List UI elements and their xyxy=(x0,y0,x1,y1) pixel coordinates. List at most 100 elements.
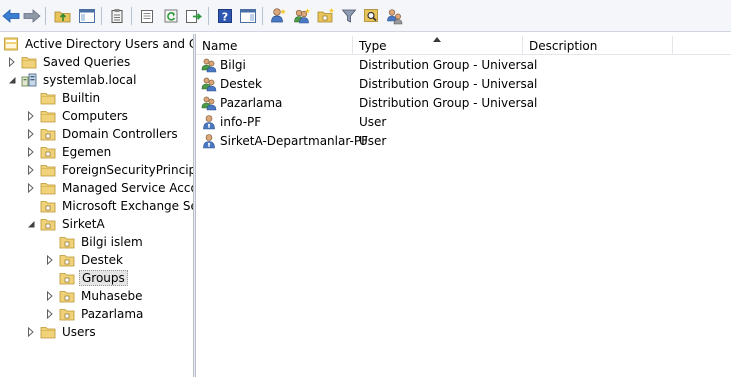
tree-item[interactable]: Groups xyxy=(44,269,128,287)
results-list: Name Type Description Bilgi Distribution … xyxy=(196,34,731,377)
organizational-unit-icon xyxy=(59,252,75,268)
expand-arrow-icon[interactable] xyxy=(25,164,37,176)
expand-arrow-icon[interactable] xyxy=(25,128,37,140)
expand-arrow-icon[interactable] xyxy=(25,110,37,122)
create-group-button[interactable] xyxy=(292,6,312,26)
folder-icon xyxy=(40,108,56,124)
list-item[interactable]: Destek Distribution Group - Universal xyxy=(196,74,731,93)
tree-item-label: Groups xyxy=(79,270,128,286)
organizational-unit-icon xyxy=(59,288,75,304)
collapse-arrow-icon[interactable] xyxy=(25,218,37,230)
tree-item[interactable]: Saved Queries xyxy=(6,53,132,71)
tree-item[interactable]: Egemen xyxy=(25,143,113,161)
organizational-unit-icon xyxy=(40,198,56,214)
tree-item[interactable]: Pazarlama xyxy=(44,305,145,323)
name-cell: info-PF xyxy=(201,112,261,131)
organizational-unit-icon xyxy=(59,234,75,250)
list-header: Name Type Description xyxy=(196,36,731,55)
collapse-arrow-icon[interactable] xyxy=(6,74,18,86)
tree-item-label: Builtin xyxy=(62,91,101,105)
tree-item-label: Microsoft Exchange Secu xyxy=(62,199,193,213)
tree-item[interactable]: Managed Service Accour xyxy=(25,179,193,197)
create-ou-button[interactable] xyxy=(316,6,336,26)
tree-item[interactable]: Active Directory Users and Com xyxy=(3,35,193,53)
expand-arrow-icon[interactable] xyxy=(6,56,18,68)
folder-icon xyxy=(40,324,56,340)
expand-arrow-icon[interactable] xyxy=(25,146,37,158)
item-name: Pazarlama xyxy=(220,95,283,110)
expand-arrow-icon[interactable] xyxy=(44,254,56,266)
delete-button[interactable] xyxy=(107,6,127,26)
create-user-button[interactable] xyxy=(268,6,288,26)
tree-item-label: Active Directory Users and Com xyxy=(25,37,193,51)
find-button[interactable] xyxy=(362,6,382,26)
sort-ascending-icon xyxy=(433,37,441,42)
tree-item[interactable]: Users xyxy=(25,323,98,341)
name-cell: Bilgi xyxy=(201,55,246,74)
refresh-button[interactable] xyxy=(161,6,181,26)
group-icon xyxy=(201,57,217,73)
arrow-right-icon xyxy=(23,9,41,23)
tree-item-label: SirketA xyxy=(62,217,105,231)
help-button[interactable]: ? xyxy=(215,6,235,26)
up-one-level-button[interactable] xyxy=(53,6,73,26)
list-item[interactable]: info-PF User xyxy=(196,112,731,131)
column-header-type[interactable]: Type xyxy=(353,36,523,55)
tree-item-label: Users xyxy=(62,325,96,339)
item-name: SirketA-Departmanlar-PF xyxy=(220,133,368,148)
new-user-icon xyxy=(271,8,286,23)
tree-item-label: Computers xyxy=(62,109,128,123)
active-directory-icon xyxy=(3,36,19,52)
expand-arrow-icon[interactable] xyxy=(25,182,37,194)
tree-item[interactable]: Bilgi islem xyxy=(44,233,145,251)
refresh-icon xyxy=(164,9,178,23)
tree-item[interactable]: SirketA xyxy=(25,215,107,233)
filter-button[interactable] xyxy=(339,6,359,26)
toolbar: ? xyxy=(0,0,731,32)
list-item[interactable]: Bilgi Distribution Group - Universal xyxy=(196,55,731,74)
list-item[interactable]: SirketA-Departmanlar-PF User xyxy=(196,131,731,150)
add-to-group-button[interactable] xyxy=(385,6,405,26)
expand-arrow-icon[interactable] xyxy=(44,308,56,320)
forward-button[interactable] xyxy=(22,6,42,26)
tree-item[interactable]: Computers xyxy=(25,107,130,125)
expand-arrow-icon[interactable] xyxy=(44,290,56,302)
expand-arrow-icon[interactable] xyxy=(25,326,37,338)
list-item[interactable]: Pazarlama Distribution Group - Universal xyxy=(196,93,731,112)
clipboard-icon xyxy=(111,9,123,23)
tree-item[interactable]: ForeignSecurityPrincipals xyxy=(25,161,193,179)
tree-item-label: Egemen xyxy=(62,145,112,159)
user-icon xyxy=(201,114,217,130)
show-action-pane-button[interactable] xyxy=(238,6,258,26)
add-to-group-icon xyxy=(387,9,403,25)
tree-item[interactable]: Muhasebe xyxy=(44,287,145,305)
folder-icon xyxy=(40,180,56,196)
column-header-description[interactable]: Description xyxy=(523,36,673,55)
console-tree-icon xyxy=(79,9,95,23)
domain-icon xyxy=(21,72,37,88)
show-hide-console-tree-button[interactable] xyxy=(77,6,97,26)
type-cell: User xyxy=(359,114,387,129)
tree-item[interactable]: Microsoft Exchange Secu xyxy=(25,197,193,215)
tree-item[interactable]: systemlab.local xyxy=(6,71,138,89)
new-group-icon xyxy=(294,8,310,24)
name-cell: Destek xyxy=(201,74,262,93)
tree-item-label: ForeignSecurityPrincipals xyxy=(62,163,193,177)
filter-icon xyxy=(341,9,357,23)
properties-button[interactable] xyxy=(137,6,157,26)
export-list-button[interactable] xyxy=(184,6,204,26)
tree-item-label: Destek xyxy=(81,253,123,267)
organizational-unit-icon xyxy=(40,126,56,142)
column-header-label: Name xyxy=(202,38,238,53)
column-header-name[interactable]: Name xyxy=(196,36,353,55)
tree-item[interactable]: Domain Controllers xyxy=(25,125,180,143)
properties-icon xyxy=(141,10,153,23)
tree-item[interactable]: Builtin xyxy=(25,89,102,107)
back-button[interactable] xyxy=(1,6,21,26)
tree-item[interactable]: Destek xyxy=(44,251,125,269)
type-cell: Distribution Group - Universal xyxy=(359,76,538,91)
